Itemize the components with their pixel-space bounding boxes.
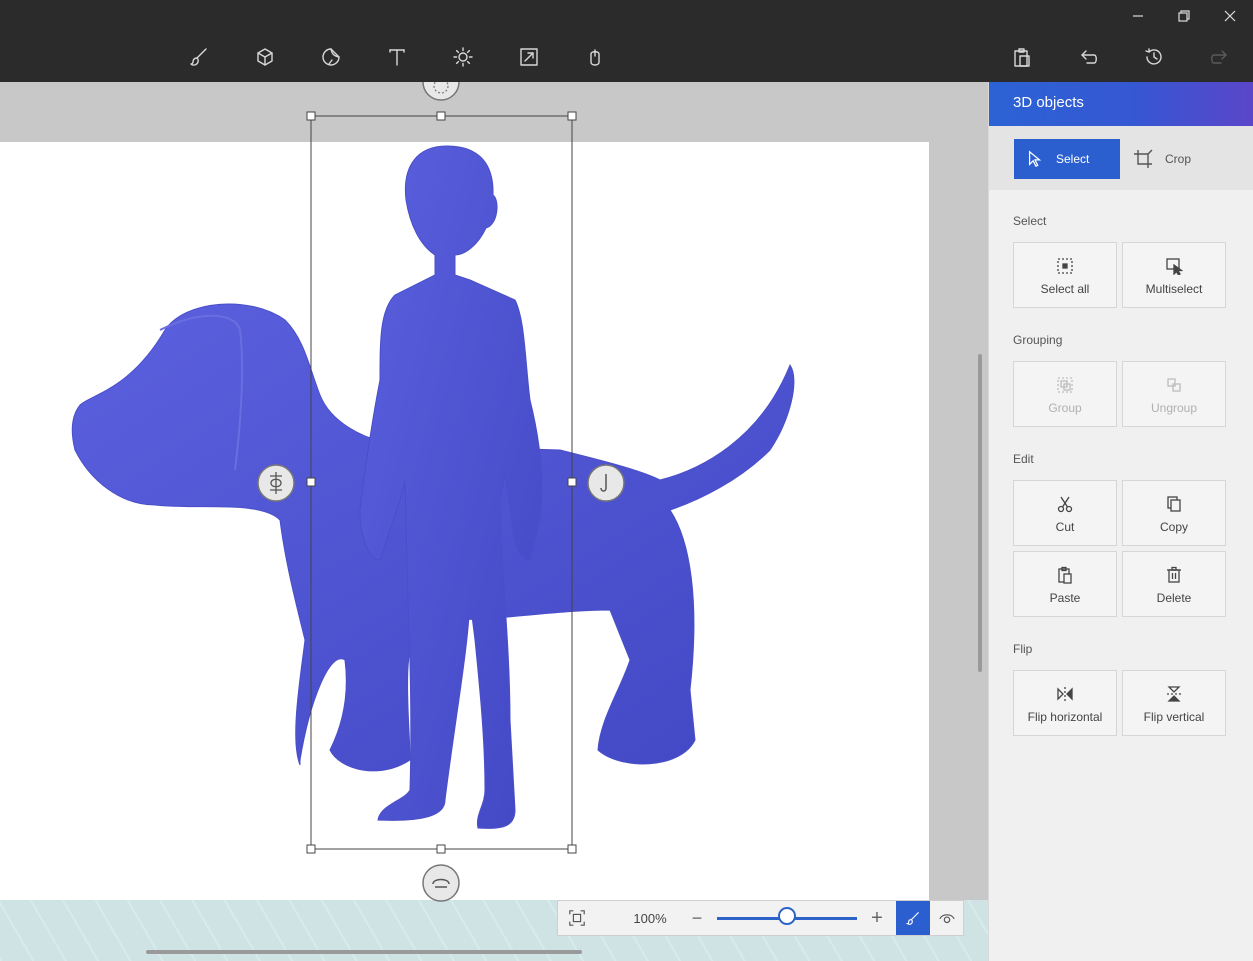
paste-button[interactable]: Paste: [1013, 551, 1117, 617]
grouping-section-label: Grouping: [1013, 333, 1063, 347]
flip-horizontal-label: Flip horizontal: [1027, 710, 1103, 724]
cut-button[interactable]: Cut: [1013, 480, 1117, 546]
restore-icon[interactable]: [1169, 4, 1199, 28]
mode-selector: Select Crop: [989, 126, 1253, 190]
delete-button[interactable]: Delete: [1122, 551, 1226, 617]
zoom-out-button[interactable]: −: [686, 906, 708, 930]
3d-shapes-icon[interactable]: [248, 40, 282, 74]
close-icon[interactable]: [1215, 4, 1245, 28]
crop-icon: [1134, 149, 1153, 168]
group-icon: [1055, 375, 1075, 395]
effects-icon[interactable]: [446, 40, 480, 74]
flip-horizontal-button[interactable]: Flip horizontal: [1013, 670, 1117, 736]
select-all-label: Select all: [1040, 282, 1090, 296]
zoom-slider-thumb[interactable]: [778, 907, 796, 925]
ungroup-label: Ungroup: [1150, 401, 1198, 415]
top-toolbar: [0, 0, 1253, 82]
fit-to-window-icon[interactable]: [558, 901, 596, 935]
history-icon[interactable]: [1137, 40, 1171, 74]
select-section-label: Select: [1013, 214, 1047, 228]
select-all-icon: [1055, 256, 1075, 276]
text-icon[interactable]: [380, 40, 414, 74]
copy-button[interactable]: Copy: [1122, 480, 1226, 546]
select-mode-button[interactable]: Select: [1014, 139, 1120, 179]
delete-label: Delete: [1156, 591, 1192, 605]
brush-icon[interactable]: [182, 40, 216, 74]
3d-library-icon[interactable]: [578, 40, 612, 74]
multiselect-label: Multiselect: [1145, 282, 1203, 296]
edit-section-label: Edit: [1013, 452, 1034, 466]
scissors-icon: [1055, 494, 1075, 514]
rotate-right-handle[interactable]: [587, 464, 625, 502]
multiselect-button[interactable]: Multiselect: [1122, 242, 1226, 308]
crop-mode-button[interactable]: Crop: [1129, 139, 1229, 179]
crop-mode-label: Crop: [1165, 152, 1192, 166]
rotate-left-handle[interactable]: [257, 464, 295, 502]
panel-header: 3D objects: [989, 82, 1253, 126]
ungroup-button[interactable]: Ungroup: [1122, 361, 1226, 427]
workspace[interactable]: [0, 82, 988, 961]
flip-horizontal-icon: [1055, 684, 1075, 704]
cursor-icon: [1028, 150, 1042, 168]
ungroup-icon: [1164, 375, 1184, 395]
multiselect-icon: [1164, 256, 1184, 276]
flip-vertical-button[interactable]: Flip vertical: [1122, 670, 1226, 736]
3d-scene[interactable]: [0, 82, 988, 961]
flip-vertical-icon: [1164, 684, 1184, 704]
zoom-value: 100%: [633, 911, 667, 926]
trash-icon: [1164, 565, 1184, 585]
cut-label: Cut: [1055, 520, 1075, 534]
paste-label: Paste: [1049, 591, 1081, 605]
side-panel: 3D objects Select Crop Select Select all…: [988, 82, 1253, 961]
flip-vertical-label: Flip vertical: [1143, 710, 1205, 724]
vertical-scrollbar[interactable]: [978, 354, 982, 672]
select-all-button[interactable]: Select all: [1013, 242, 1117, 308]
clipboard-icon: [1055, 565, 1075, 585]
undo-icon[interactable]: [1071, 40, 1105, 74]
brush-mode-icon[interactable]: [896, 901, 930, 935]
rotate-bottom-handle[interactable]: [422, 864, 460, 902]
copy-icon: [1164, 494, 1184, 514]
zoom-in-button[interactable]: +: [866, 906, 888, 930]
view-mode-icon[interactable]: [930, 901, 964, 935]
copy-label: Copy: [1159, 520, 1188, 534]
flip-section-label: Flip: [1013, 642, 1033, 656]
select-mode-label: Select: [1056, 152, 1090, 166]
rotate-top-handle[interactable]: [422, 82, 460, 101]
horizontal-scrollbar[interactable]: [146, 950, 582, 954]
minimize-icon[interactable]: [1123, 4, 1153, 28]
zoom-bar: 100% − +: [557, 900, 964, 936]
stickers-icon[interactable]: [314, 40, 348, 74]
panel-title: 3D objects: [1013, 94, 1084, 111]
redo-icon[interactable]: [1203, 40, 1237, 74]
canvas-icon[interactable]: [512, 40, 546, 74]
paste-icon[interactable]: [1005, 40, 1039, 74]
group-label: Group: [1048, 401, 1082, 415]
group-button[interactable]: Group: [1013, 361, 1117, 427]
